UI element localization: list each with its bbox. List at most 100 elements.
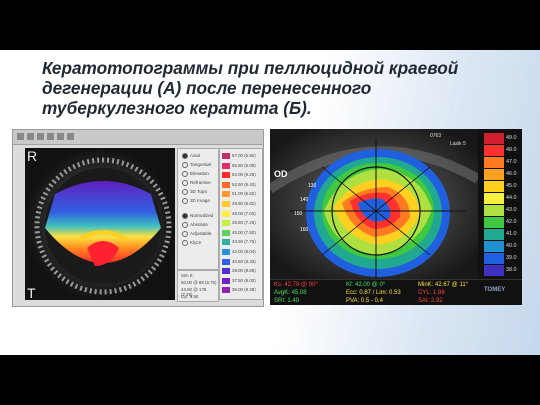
radio-icon	[182, 222, 188, 228]
scale-swatch	[484, 253, 504, 264]
info-line: Sim K:	[181, 273, 194, 278]
scale-label: 44.0	[506, 195, 517, 201]
legend-label: 51.00 (6.62)	[232, 191, 256, 197]
info-line: Cyl: 6.50	[181, 294, 199, 299]
menu-item-absolute[interactable]: Absolute	[182, 222, 208, 228]
ring-label: 160	[300, 227, 309, 233]
sim-k-info: Sim K: 50.00 @ 88 (6.75) 43.50 @ 178 (7.…	[177, 270, 219, 302]
tomey-logo: TOMEY	[484, 287, 506, 293]
ring-label: 150	[294, 211, 303, 217]
topography-map-a	[25, 148, 175, 300]
legend-swatch	[222, 220, 230, 227]
color-scale-legend-b: 49.0 48.0 47.0 46.0 45.0 44.0 43.0 42.0 41.0 40.0…	[478, 129, 522, 279]
scale-label: 48.0	[506, 147, 517, 153]
scale-swatch	[484, 157, 504, 168]
slide-title: Кератотопограммы при пеллюцидной краевой…	[42, 58, 512, 118]
scale-label: 49.0	[506, 135, 517, 141]
legend-label: 43.50 (7.76)	[232, 239, 256, 245]
legend-label: 36.00 (9.38)	[232, 287, 256, 293]
keratometry-stat: SAI: 2.92	[418, 298, 443, 304]
radio-icon	[182, 171, 188, 177]
scale-label: 46.0	[506, 171, 517, 177]
legend-swatch	[222, 210, 230, 217]
legend-swatch	[222, 181, 230, 188]
scale-swatch	[484, 205, 504, 216]
scale-swatch	[484, 181, 504, 192]
eye-label-r: R	[27, 148, 38, 164]
scale-swatch	[484, 229, 504, 240]
radio-icon	[182, 180, 188, 186]
legend-swatch	[222, 249, 230, 255]
radio-icon	[182, 198, 188, 204]
topography-map-b	[270, 129, 478, 279]
legend-label: 39.00 (8.65)	[232, 268, 256, 274]
scale-label: 47.0	[506, 159, 517, 165]
scale-swatch	[484, 133, 504, 144]
legend-label: 49.50 (6.82)	[232, 201, 256, 206]
scale-label: 39.0	[506, 255, 517, 261]
menu-item-klyce[interactable]: Klyce	[182, 240, 201, 246]
legend-swatch	[222, 258, 230, 265]
legend-swatch	[222, 162, 230, 169]
radio-icon	[182, 231, 188, 237]
legend-label: 37.50 (9.00)	[232, 277, 256, 283]
scale-label: 40.0	[506, 243, 517, 249]
radio-icon	[182, 153, 188, 159]
menu-item-refractive[interactable]: Refractive	[182, 180, 211, 186]
exam-id: 0763	[430, 133, 442, 139]
exam-mode: Lasik 5	[450, 141, 466, 147]
scale-swatch	[484, 241, 504, 252]
scale-label: 41.0	[506, 231, 517, 237]
legend-swatch	[222, 153, 230, 159]
scale-swatch	[484, 193, 504, 204]
scale-label: 43.0	[506, 207, 517, 213]
radio-icon	[182, 213, 188, 219]
legend-label: 54.00 (6.25)	[232, 172, 256, 178]
menu-item-elevation[interactable]: Elevation	[182, 171, 209, 177]
legend-swatch	[222, 172, 230, 179]
legend-label: 42.00 (8.04)	[232, 249, 256, 254]
legend-swatch	[222, 268, 230, 275]
menu-item-adjustable[interactable]: Adjustable	[182, 231, 211, 237]
keratometry-stat: AvgK: 45.08	[274, 290, 307, 296]
menu-item-3d-topo[interactable]: 3D Topo	[182, 189, 207, 195]
color-scale-legend-a: 57.00 (5.92) 55.50 (6.08) 54.00 (6.25) 52.5…	[219, 148, 263, 300]
menu-item-normalized[interactable]: Normalized	[182, 213, 213, 219]
legend-swatch	[222, 239, 230, 246]
ring-label: 130	[308, 183, 317, 189]
menu-item-axial[interactable]: Axial	[182, 153, 200, 159]
scale-label: 38.0	[506, 267, 517, 273]
keratometry-stat: Ks: 42.78 @ 90°	[274, 282, 318, 288]
keratometry-stat: Ecc: 0.87 / Lim: 0.53	[346, 290, 401, 296]
scale-label: 45.0	[506, 183, 517, 189]
ring-label: 140	[300, 197, 309, 203]
menu-item-3d-image[interactable]: 3D Image	[182, 198, 210, 204]
legend-label: 46.50 (7.26)	[232, 220, 256, 226]
legend-label: 48.00 (7.03)	[232, 210, 256, 216]
corneal-map-a-svg	[25, 148, 175, 300]
legend-label: 57.00 (5.92)	[232, 153, 256, 158]
eye-label-n: N	[163, 285, 174, 301]
legend-swatch	[222, 201, 230, 207]
legend-label: 40.50 (8.33)	[232, 258, 256, 264]
slide: Кератотопограммы при пеллюцидной краевой…	[0, 50, 540, 355]
keratometry-stat: MinK: 42.67 @ 11°	[418, 282, 469, 288]
keratotopogram-a-window: R T N Axial Tangential Elevation Refract…	[12, 129, 264, 307]
window-toolbar	[13, 130, 263, 145]
radio-icon	[182, 240, 188, 246]
menu-item-tangential[interactable]: Tangential	[182, 162, 211, 168]
legend-swatch	[222, 277, 230, 284]
title-line-3: туберкулезного кератита (Б).	[42, 98, 312, 118]
scale-swatch	[484, 169, 504, 180]
keratotopogram-b-window: OD 0763 Lasik 5 130 140 150 160 49.0 48.0…	[270, 129, 522, 305]
keratometry-stat: PVA: 0.5 - 0.4	[346, 298, 383, 304]
info-line: 50.00 @ 88 (6.75)	[181, 280, 217, 285]
legend-swatch	[222, 287, 230, 294]
legend-swatch	[222, 229, 230, 236]
keratometry-stat: Kf: 42.00 @ 0°	[346, 282, 386, 288]
radio-icon	[182, 162, 188, 168]
scale-label: 42.0	[506, 219, 517, 225]
legend-swatch	[222, 191, 230, 198]
legend-label: 55.50 (6.08)	[232, 162, 256, 168]
title-line-1: Кератотопограммы при пеллюцидной краевой	[42, 58, 459, 78]
